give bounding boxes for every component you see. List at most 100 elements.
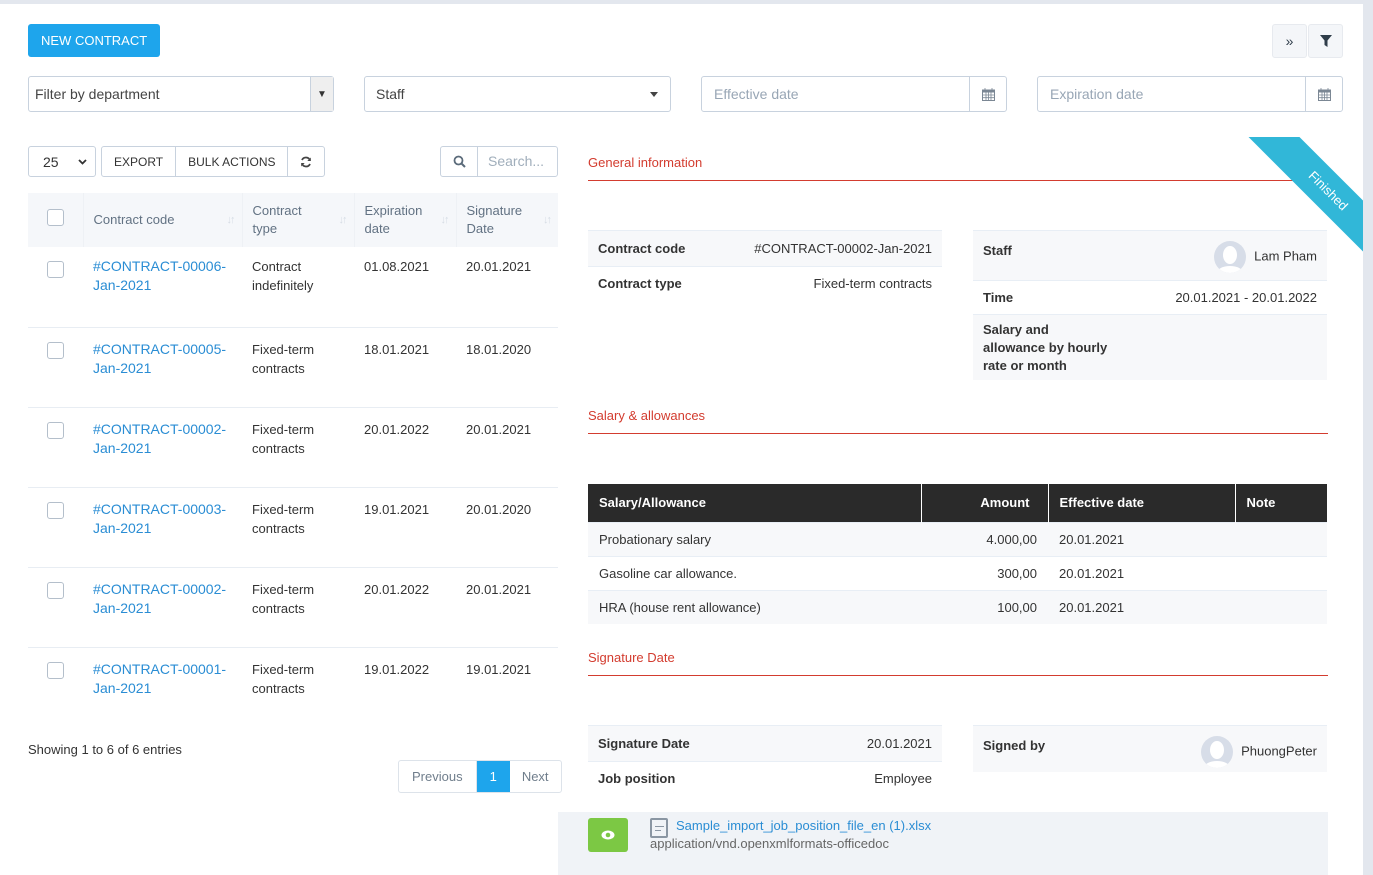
calendar-icon[interactable] [1305,77,1342,111]
caret-down-icon [650,91,658,97]
contract-code-link[interactable]: #CONTRACT-00001- Jan-2021 [93,661,226,696]
contract-type-cell: Fixed-term contracts [242,486,354,567]
row-checkbox[interactable] [47,261,64,278]
attachment-mime-type: application/vnd.openxmlformats-officedoc [650,836,889,851]
search-input[interactable]: Search... [478,147,544,176]
column-header-label: Contract type [252,203,302,236]
sort-icon: ↓↑ [543,214,552,226]
table-row[interactable]: #CONTRACT-00002- Jan-2021 Fixed-term contr… [28,566,558,647]
contract-code-cell: #CONTRACT-00001- Jan-2021 [83,646,242,727]
pagination: Previous 1 Next [398,760,562,793]
funnel-icon [1319,35,1332,47]
contract-code-row: Contract code #CONTRACT-00002-Jan-2021 [588,230,942,266]
effective-date-placeholder: Effective date [714,86,799,102]
next-page-button[interactable]: Next [510,761,561,792]
export-button[interactable]: EXPORT [102,147,177,176]
signature-date-cell: 20.01.2021 [466,259,532,274]
sort-icon: ↓↑ [440,214,450,226]
row-checkbox[interactable] [47,661,64,679]
calendar-icon[interactable] [969,77,1006,111]
expiration-date-cell: 01.08.2021 [364,259,430,274]
filter-button[interactable] [1308,24,1343,58]
staff-name[interactable]: Lam Pham [1254,248,1317,263]
column-header-expiration-date[interactable]: Expiration date ↓↑ [354,193,457,247]
contract-code-cell: #CONTRACT-00006- Jan-2021 [83,247,242,327]
staff-select[interactable]: Staff [364,76,671,112]
salary-effective-date: 20.01.2021 [1048,589,1235,624]
salary-col-amount: Amount [921,484,1049,522]
table-row[interactable]: #CONTRACT-00006- Jan-2021 Contract indefin… [28,247,558,327]
expiration-date-cell: 18.01.2021 [354,326,456,407]
contract-code-cell: #CONTRACT-00002- Jan-2021 [83,566,242,647]
chevron-down-icon [78,158,87,165]
sort-icon: ↓↑ [338,214,348,226]
bulk-actions-button[interactable]: BULK ACTIONS [176,147,289,176]
general-info-right: Staff Lam Pham Time 20.01.2021 - 20.01.2… [973,230,1327,380]
dropdown-arrow-icon[interactable]: ▼ [310,77,333,111]
row-select-cell [28,406,83,487]
column-header-contract-type[interactable]: Contract type ↓↑ [242,193,355,247]
salary-header-row: Salary/Allowance Amount Effective date N… [588,484,1327,522]
table-search[interactable]: Search... [440,146,558,177]
previous-page-button[interactable]: Previous [399,761,477,792]
salary-row: Probationary salary 4.000,00 20.01.2021 [588,521,1327,556]
expand-button[interactable]: » [1272,24,1307,58]
table-row[interactable]: #CONTRACT-00002- Jan-2021 Fixed-term contr… [28,406,558,487]
staff-row: Staff Lam Pham [973,230,1327,280]
table-row[interactable]: #CONTRACT-00005- Jan-2021 Fixed-term contr… [28,326,558,407]
signature-date-heading: Signature Date [588,650,1328,676]
signature-date-value: 20.01.2021 [866,736,932,751]
preview-attachment-button[interactable] [588,818,628,852]
salary-mode-label: Salary and allowance by hourly rate or m… [983,322,1108,373]
new-contract-button[interactable]: NEW CONTRACT [28,24,161,57]
salary-note [1235,555,1327,590]
row-checkbox[interactable] [47,501,64,519]
contract-type-cell: Fixed-term contracts [242,326,354,407]
salary-allowances-heading: Salary & allowances [588,408,1328,434]
salary-table: Salary/Allowance Amount Effective date N… [588,484,1327,624]
salary-amount: 4.000,00 [921,521,1048,556]
eye-icon [601,830,615,840]
effective-date-input[interactable]: Effective date [701,76,1007,112]
salary-note [1235,521,1327,556]
signature-left: Signature Date 20.01.2021 Job position E… [588,725,942,795]
contract-type-cell: Fixed-term contracts [242,646,354,727]
contract-code-link[interactable]: #CONTRACT-00006- Jan-2021 [93,258,226,293]
page-length-select[interactable]: 25 [28,146,96,177]
attachment-file-link[interactable]: Sample_import_job_position_file_en (1).x… [676,818,931,833]
row-checkbox[interactable] [47,581,64,599]
reload-button[interactable] [288,147,324,176]
signer-avatar [1201,736,1234,768]
contract-code-link[interactable]: #CONTRACT-00003- Jan-2021 [93,501,226,536]
contract-code-link[interactable]: #CONTRACT-00002- Jan-2021 [93,581,226,616]
contract-code-cell: #CONTRACT-00002- Jan-2021 [83,406,242,487]
contract-type-cell: Fixed-term contracts [242,566,354,647]
table-header-row: Contract code ↓↑ Contract type ↓↑ Expirati… [28,193,558,247]
salary-row: HRA (house rent allowance) 100,00 20.01.… [588,589,1327,624]
signature-date-cell: 20.01.2021 [456,406,558,487]
expiration-date-cell: 20.01.2022 [354,406,456,487]
signature-date-cell: 18.01.2020 [456,326,558,407]
row-checkbox[interactable] [47,421,64,439]
row-checkbox[interactable] [47,341,64,359]
table-info: Showing 1 to 6 of 6 entries [28,742,182,757]
signer-name[interactable]: PhuongPeter [1241,743,1317,758]
salary-name: Gasoline car allowance. [588,555,921,590]
sort-icon: ↓↑ [226,214,236,226]
table-row[interactable]: #CONTRACT-00001- Jan-2021 Fixed-term contr… [28,646,558,727]
column-header-contract-code[interactable]: Contract code ↓↑ [83,193,243,247]
contract-code-link[interactable]: #CONTRACT-00002- Jan-2021 [93,421,226,456]
expiration-date-cell: 20.01.2022 [354,566,456,647]
column-header-signature-date[interactable]: Signature Date ↓↑ [456,193,558,247]
select-all-checkbox[interactable] [46,209,64,226]
contract-code-link[interactable]: #CONTRACT-00005- Jan-2021 [93,341,226,376]
salary-name: Probationary salary [588,521,921,556]
table-row[interactable]: #CONTRACT-00003- Jan-2021 Fixed-term contr… [28,486,558,567]
time-value: 20.01.2021 - 20.01.2022 [1175,290,1317,305]
expiration-date-input[interactable]: Expiration date [1037,76,1343,112]
page-1-button[interactable]: 1 [476,761,510,792]
table-actions-group: EXPORT BULK ACTIONS [101,146,326,177]
department-filter[interactable]: Filter by department ▼ [28,76,334,112]
salary-col-effective: Effective date [1048,484,1236,522]
row-select-cell [28,646,83,727]
